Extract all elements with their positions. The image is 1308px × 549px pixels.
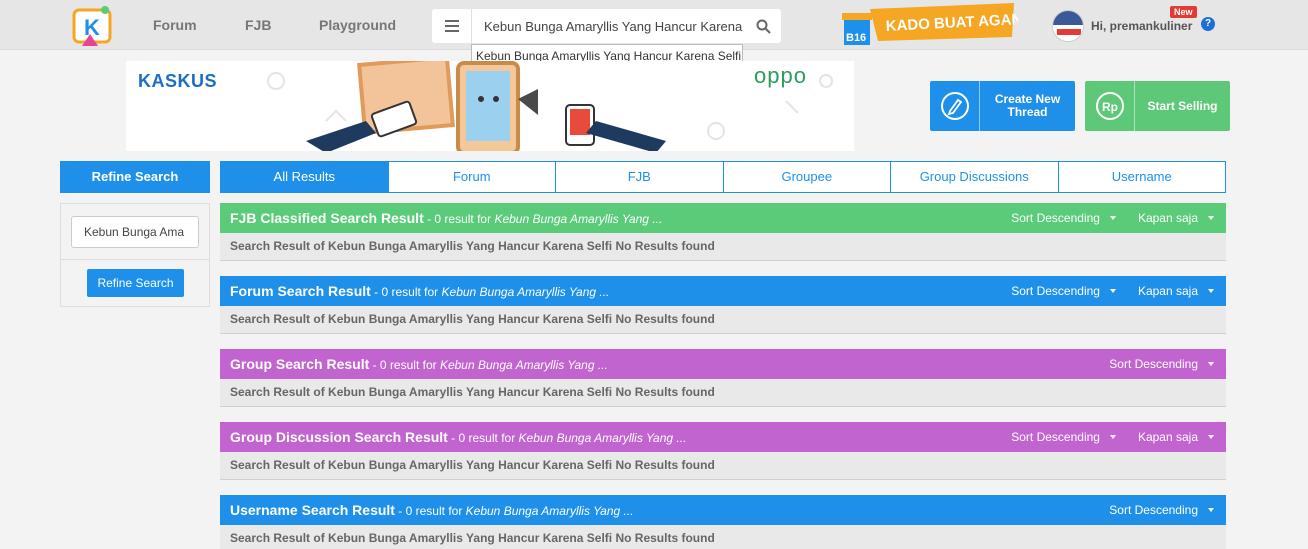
rupiah-icon: Rp — [1085, 81, 1135, 131]
avatar[interactable] — [1052, 10, 1084, 42]
sort-dropdown[interactable]: Sort Descending — [1109, 495, 1214, 525]
chevron-down-icon — [1109, 216, 1116, 220]
help-icon[interactable]: ? — [1201, 17, 1215, 31]
create-new-thread-button[interactable]: Create New Thread — [930, 81, 1075, 131]
chevron-down-icon — [1208, 216, 1214, 220]
time-dropdown[interactable]: Kapan saja — [1138, 276, 1214, 306]
banner-kaskus-logo: KASKUS — [138, 71, 218, 91]
chevron-down-icon — [1208, 435, 1214, 439]
sort-label: Sort Descending — [1109, 503, 1198, 517]
fjb-result-body: Search Result of Kebun Bunga Amaryllis Y… — [220, 233, 1226, 261]
refine-search-heading: Refine Search — [60, 161, 210, 193]
search-input[interactable] — [473, 9, 745, 43]
section-meta: - 0 result for — [447, 431, 519, 445]
fjb-result-header: FJB Classified Search Result - 0 result … — [220, 203, 1226, 233]
tab-all-results[interactable]: All Results — [220, 161, 389, 193]
search-icon[interactable] — [745, 9, 781, 43]
nav-forum[interactable]: Forum — [153, 17, 197, 33]
pencil-icon — [930, 81, 980, 131]
group-result-header: Group Search Result - 0 result for Kebun… — [220, 349, 1226, 379]
sort-dropdown[interactable]: Sort Descending — [1011, 203, 1116, 233]
tab-fjb[interactable]: FJB — [556, 161, 724, 193]
section-title: Forum Search Result — [230, 283, 371, 299]
sort-label: Sort Descending — [1011, 284, 1100, 298]
banner-oppo-logo: oppo — [754, 63, 807, 88]
section-query: Kebun Bunga Amaryllis Yang ... — [494, 212, 663, 226]
time-label: Kapan saja — [1137, 211, 1198, 225]
kado-badge-text: B16 — [846, 32, 866, 44]
section-meta: - 0 result for — [369, 358, 440, 372]
section-title: FJB Classified Search Result — [230, 210, 424, 226]
chevron-down-icon — [1109, 289, 1116, 293]
time-label: Kapan saja — [1137, 430, 1198, 444]
sort-dropdown[interactable]: Sort Descending — [1011, 276, 1116, 306]
username-result-header: Username Search Result - 0 result for Ke… — [220, 495, 1226, 525]
ad-banner[interactable]: KASKUS oppo — [126, 61, 854, 151]
tab-group-discussions[interactable]: Group Discussions — [891, 161, 1059, 193]
refine-search-panel: Refine Search — [60, 203, 210, 307]
sort-label: Sort Descending — [1011, 211, 1100, 225]
svg-text:K: K — [84, 15, 100, 40]
chevron-down-icon — [1208, 362, 1214, 366]
sort-label: Sort Descending — [1109, 357, 1198, 371]
top-bar: K Forum FJB Playground B16 KADO BUAT AGA… — [0, 0, 1308, 50]
chevron-down-icon — [1208, 289, 1214, 293]
new-badge: New — [1170, 6, 1197, 18]
search-box — [432, 9, 781, 43]
start-selling-button[interactable]: Rp Start Selling — [1085, 81, 1230, 131]
result-tabs: All Results Forum FJB Groupee Group Disc… — [220, 161, 1226, 193]
section-query: Kebun Bunga Amaryllis Yang ... — [465, 504, 634, 518]
tab-forum[interactable]: Forum — [388, 161, 556, 193]
create-new-thread-label: Create New Thread — [994, 92, 1061, 119]
divider — [61, 259, 209, 260]
section-meta: - 0 result for — [423, 212, 495, 226]
section-title: Username Search Result — [230, 502, 395, 518]
section-meta: - 0 result for — [394, 504, 466, 518]
username-result-body: Search Result of Kebun Bunga Amaryllis Y… — [220, 525, 1226, 549]
tab-username[interactable]: Username — [1058, 161, 1226, 193]
start-selling-label: Start Selling — [1147, 98, 1218, 113]
user-greeting[interactable]: Hi, premankuliner — [1091, 19, 1192, 33]
time-label: Kapan saja — [1137, 284, 1198, 298]
sort-dropdown[interactable]: Sort Descending — [1109, 349, 1214, 379]
group-discussion-result-body: Search Result of Kebun Bunga Amaryllis Y… — [220, 452, 1226, 480]
section-query: Kebun Bunga Amaryllis Yang ... — [518, 431, 687, 445]
forum-result-header: Forum Search Result - 0 result for Kebun… — [220, 276, 1226, 306]
section-title: Group Search Result — [230, 356, 370, 372]
hamburger-menu-icon[interactable] — [432, 9, 472, 43]
svg-text:Rp: Rp — [1102, 100, 1118, 114]
kaskus-logo[interactable]: K — [72, 4, 116, 48]
chevron-down-icon — [1109, 435, 1116, 439]
section-query: Kebun Bunga Amaryllis Yang ... — [439, 358, 608, 372]
refine-search-button[interactable]: Refine Search — [87, 269, 184, 297]
chevron-down-icon — [1208, 508, 1214, 512]
forum-result-body: Search Result of Kebun Bunga Amaryllis Y… — [220, 306, 1226, 334]
tab-groupee[interactable]: Groupee — [723, 161, 891, 193]
group-result-body: Search Result of Kebun Bunga Amaryllis Y… — [220, 379, 1226, 407]
group-discussion-result-header: Group Discussion Search Result - 0 resul… — [220, 422, 1226, 452]
time-dropdown[interactable]: Kapan saja — [1138, 203, 1214, 233]
section-title: Group Discussion Search Result — [230, 429, 448, 445]
sort-label: Sort Descending — [1011, 430, 1100, 444]
nav-playground[interactable]: Playground — [319, 17, 396, 33]
section-query: Kebun Bunga Amaryllis Yang ... — [441, 285, 610, 299]
nav-fjb[interactable]: FJB — [245, 17, 271, 33]
section-meta: - 0 result for — [370, 285, 442, 299]
kado-promo-banner[interactable]: B16 KADO BUAT AGAN — [842, 3, 1023, 47]
time-dropdown[interactable]: Kapan saja — [1138, 422, 1214, 452]
refine-search-input[interactable] — [71, 216, 199, 248]
sort-dropdown[interactable]: Sort Descending — [1011, 422, 1116, 452]
